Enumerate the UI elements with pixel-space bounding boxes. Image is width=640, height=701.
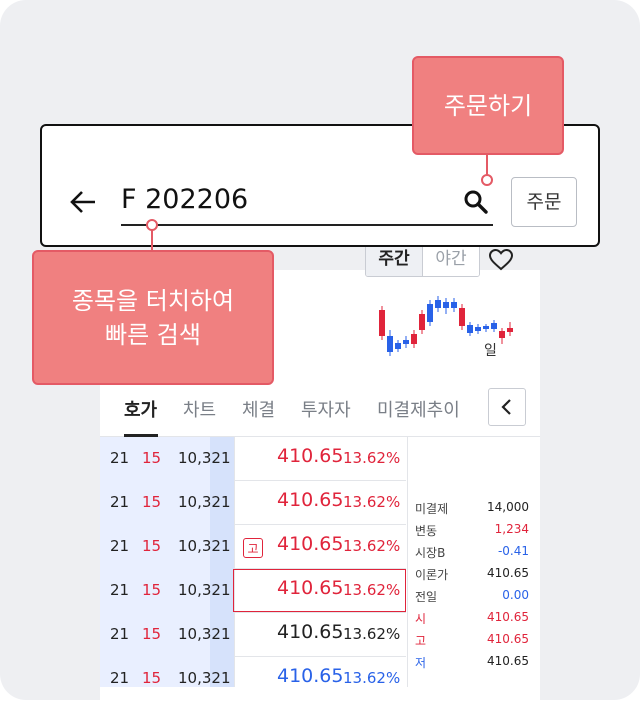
row-percent: 13.62% [343,537,401,555]
info-value: -0.41 [497,544,529,558]
row-count: 21 [110,625,130,643]
callout-search-line2: 빠른 검색 [105,321,201,349]
tab-hoga[interactable]: 호가 [124,396,157,422]
heart-icon[interactable] [488,247,514,273]
row-percent: 13.62% [343,669,401,687]
row-percent: 13.62% [343,625,401,643]
row-change: 15 [142,581,162,599]
callout-order: 주문하기 [412,56,564,155]
tab-chart[interactable]: 차트 [183,396,216,422]
info-label: 시장B [415,546,446,560]
row-price: 410.65 [277,445,344,467]
row-price: 410.65 [277,621,344,643]
row-change: 15 [142,493,162,511]
row-change: 15 [142,625,162,643]
info-value: 14,000 [487,500,529,514]
info-label: 이론가 [415,568,449,582]
orderbook-row[interactable]: 21 15 10,321 410.65 13.62% [100,437,406,481]
info-label: 전일 [415,590,438,604]
row-count: 21 [110,449,130,467]
tab-scroll-button[interactable] [488,388,526,426]
row-percent: 13.62% [343,493,401,511]
orderbook-row[interactable]: 21 15 10,321 410.65 13.62% [100,481,406,525]
orderbook-row[interactable]: 21 15 10,321 410.65 13.62% [100,613,406,657]
row-change: 15 [142,669,162,687]
row-percent: 13.62% [343,449,401,467]
row-price: 410.65 [277,489,344,511]
info-value: 0.00 [502,588,529,602]
tab-open-interest[interactable]: 미결제추이 [377,396,460,422]
info-label: 변동 [415,524,438,538]
callout-search-line1: 종목을 터치하여 [71,287,235,315]
row-count: 21 [110,669,130,687]
mini-candle-chart [379,296,513,356]
info-value: 410.65 [487,632,529,646]
info-value: 1,234 [494,522,529,536]
session-day-button[interactable]: 주간 [366,242,423,276]
stock-code-input[interactable]: F 202206 [121,184,248,215]
chart-period-label[interactable]: 일 [484,340,497,360]
row-count: 21 [110,581,130,599]
back-arrow-icon[interactable] [68,187,98,217]
row-quantity: 10,321 [178,493,231,511]
callout-search: 종목을 터치하여 빠른 검색 [32,250,274,385]
row-quantity: 10,321 [178,581,231,599]
current-price-highlight [233,569,406,612]
tab-investors[interactable]: 투자자 [301,396,351,422]
info-value: 410.65 [487,566,529,580]
row-quantity: 10,321 [178,669,231,687]
row-quantity: 10,321 [178,625,231,643]
row-quantity: 10,321 [178,537,231,555]
orderbook-row[interactable]: 21 15 10,321 410.65 13.62% [100,657,406,701]
info-label: 시 [415,612,427,626]
tab-trades[interactable]: 체결 [242,396,275,422]
info-label: 고 [415,634,427,648]
session-night-button[interactable]: 야간 [423,242,479,276]
high-badge: 고 [243,538,263,558]
callout-search-dot [146,219,158,231]
info-label: 미결제 [415,502,449,516]
info-value: 410.65 [487,654,529,668]
info-value: 410.65 [487,610,529,624]
detail-tabs: 호가 차트 체결 투자자 미결제추이 [100,384,540,437]
row-count: 21 [110,493,130,511]
row-change: 15 [142,449,162,467]
chevron-left-icon [501,399,511,415]
row-price: 410.65 [277,533,344,555]
search-icon[interactable] [462,188,490,216]
row-price: 410.65 [277,665,344,687]
search-input-underline [121,224,493,226]
callout-order-dot [481,174,493,186]
order-button[interactable]: 주문 [511,177,577,227]
row-change: 15 [142,537,162,555]
row-count: 21 [110,537,130,555]
row-quantity: 10,321 [178,449,231,467]
info-label: 저 [415,656,427,670]
